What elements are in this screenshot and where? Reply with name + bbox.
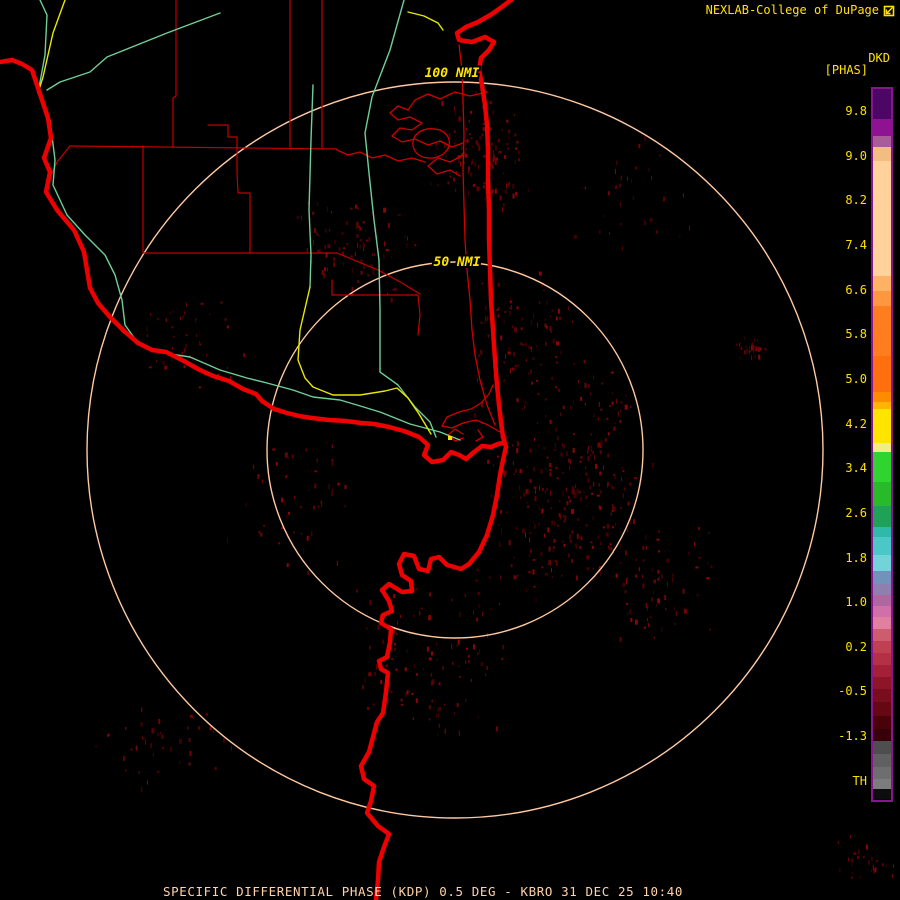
colorbar-segment <box>873 527 891 537</box>
colorbar-segment <box>873 779 891 789</box>
colorbar-segment <box>873 689 891 702</box>
radar-map: 100 NMI 50 NMI <box>0 0 894 900</box>
colorbar-tick: 4.2 <box>845 416 867 431</box>
range-ring-label: 50 NMI <box>434 255 481 270</box>
colorbar-tick: 9.0 <box>845 148 867 163</box>
colorbar-tick: -1.3 <box>838 729 867 744</box>
colorbar-segment <box>873 506 891 527</box>
colorbar-segment <box>873 677 891 689</box>
colorbar-tick: 6.6 <box>845 282 867 297</box>
colorbar-segment <box>873 392 891 402</box>
colorbar-tick: 5.0 <box>845 371 867 386</box>
city-marker <box>448 436 452 440</box>
colorbar-segment <box>873 702 891 716</box>
colorbar-tick: 5.8 <box>845 327 867 342</box>
colorbar-segment <box>873 767 891 779</box>
map-detail-lines <box>336 44 501 442</box>
coastline <box>358 0 514 900</box>
colorbar-segment <box>873 537 891 555</box>
colorbar-segment <box>873 629 891 641</box>
colorbar-segment <box>873 665 891 677</box>
colorbar-tick: -0.5 <box>838 684 867 699</box>
radar-display: 100 NMI 50 NMI NEXLAB-College of DuPage D… <box>0 0 900 900</box>
colorbar-segment <box>873 754 891 767</box>
colorbar-segment <box>873 443 891 452</box>
radar-echo-speckles <box>95 91 894 879</box>
colorbar-tick: 8.2 <box>845 193 867 208</box>
colorbar-tick: TH <box>852 773 867 788</box>
colorbar-tick: 1.0 <box>845 595 867 610</box>
colorbar-segment <box>873 276 891 291</box>
colorbar-segment <box>873 161 891 276</box>
colorbar-segment <box>873 617 891 629</box>
range-ring-label: 100 NMI <box>425 66 480 81</box>
colorbar-segment <box>873 291 891 306</box>
range-ring-50nmi <box>266 261 644 639</box>
colorbar-segment <box>873 729 891 741</box>
colorbar-segment <box>873 356 891 392</box>
rio-grande-river <box>0 57 506 465</box>
colorbar-segment <box>873 716 891 729</box>
colorbar-segment <box>873 409 891 443</box>
colorbar-tick: 1.8 <box>845 550 867 565</box>
colorbar-segment <box>873 571 891 584</box>
roads-green <box>37 0 461 441</box>
colorbar-segment <box>873 653 891 665</box>
colorbar-segment <box>873 89 891 119</box>
colorbar-tick: 9.8 <box>845 104 867 118</box>
colorbar-tick: 3.4 <box>845 461 867 476</box>
colorbar-segment <box>873 789 891 799</box>
city-dot <box>448 436 452 440</box>
colorbar-segment <box>873 147 891 161</box>
colorbar-segment <box>873 119 891 136</box>
range-rings <box>86 81 824 819</box>
product-caption: SPECIFIC DIFFERENTIAL PHASE (KDP) 0.5 DE… <box>163 884 684 899</box>
cod-logo-icon <box>883 4 895 17</box>
product-units-label: [PHAS] <box>824 63 868 77</box>
colorbar-segment <box>873 741 891 754</box>
colorbar-tick: 7.4 <box>845 237 867 252</box>
nexlab-header: NEXLAB-College of DuPage <box>706 4 895 17</box>
colorbar-segment <box>873 595 891 606</box>
colorbar-segment <box>873 606 891 617</box>
colorbar-segment <box>873 402 891 409</box>
colorbar <box>871 87 893 802</box>
colorbar-segment <box>873 136 891 147</box>
colorbar-segment <box>873 584 891 595</box>
colorbar-tick: 2.6 <box>845 505 867 520</box>
range-ring-100nmi <box>86 81 824 819</box>
colorbar-segment <box>873 306 891 356</box>
nexlab-title: NEXLAB-College of DuPage <box>705 3 879 17</box>
colorbar-segment <box>873 641 891 653</box>
product-code-label: DKD <box>868 51 890 65</box>
colorbar-segment <box>873 452 891 482</box>
colorbar-tick: 0.2 <box>845 639 867 654</box>
colorbar-segment <box>873 482 891 506</box>
colorbar-segment <box>873 555 891 571</box>
